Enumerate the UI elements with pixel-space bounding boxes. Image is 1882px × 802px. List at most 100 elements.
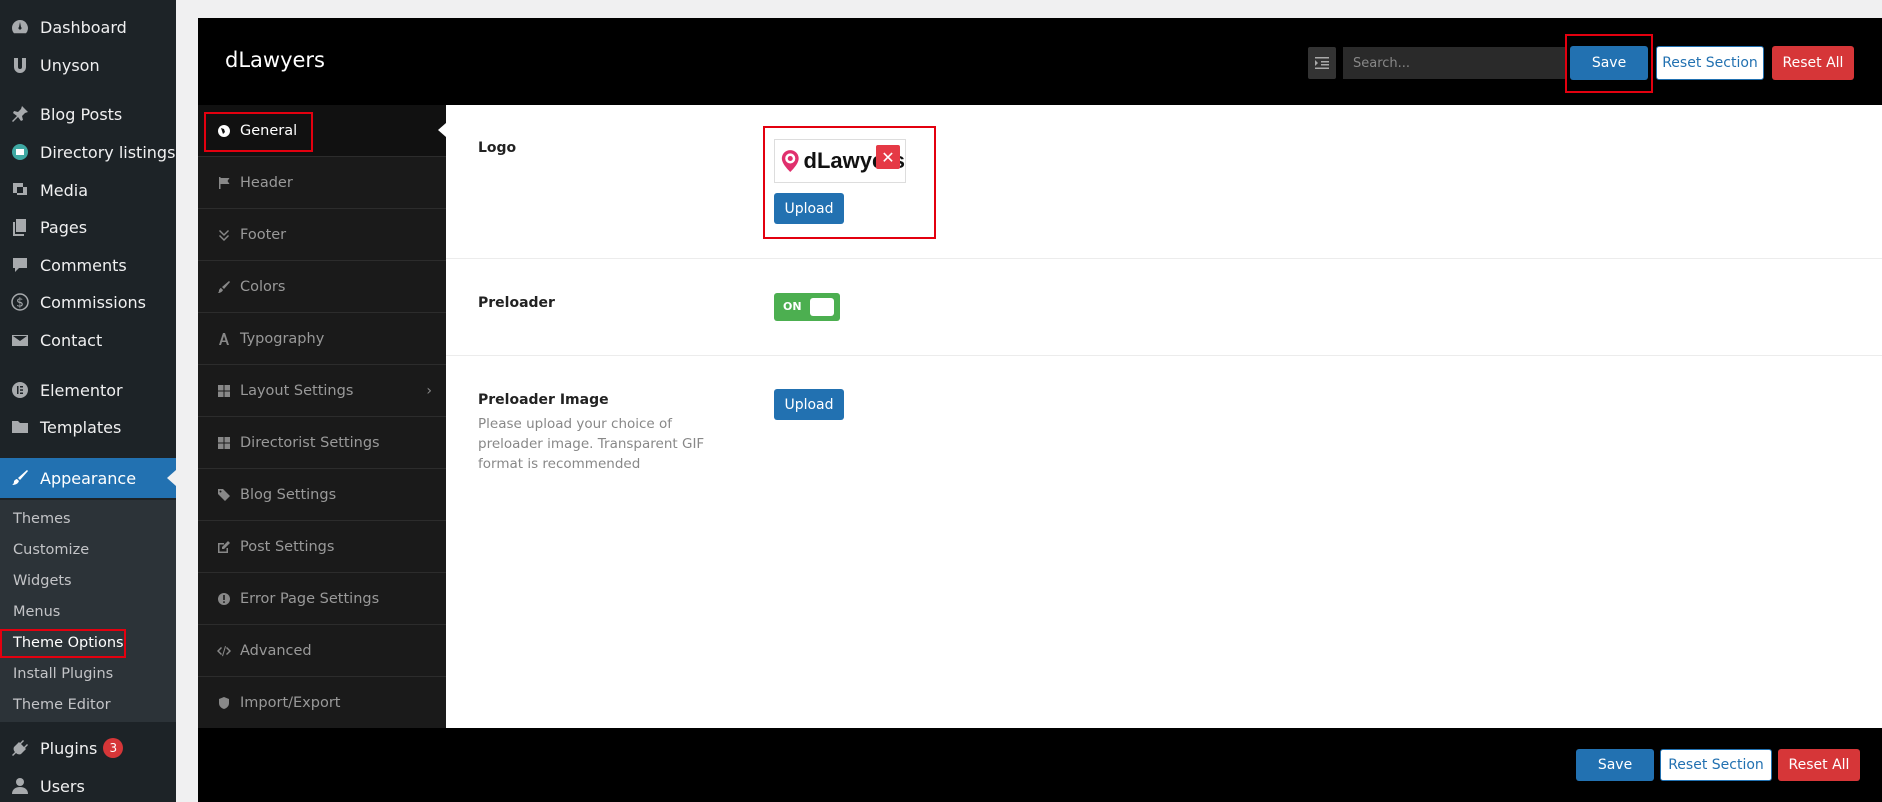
search-input[interactable]: [1343, 47, 1565, 79]
menu-item-unyson[interactable]: Unyson: [0, 46, 176, 84]
menu-item-appearance[interactable]: Appearance: [0, 458, 176, 498]
menu-item-elementor[interactable]: Elementor: [0, 371, 176, 409]
tab-import-export[interactable]: Import/Export: [198, 677, 446, 729]
tab-label: Directorist Settings: [240, 434, 380, 451]
menu-label: Directory listings: [40, 142, 176, 162]
submenu-theme-editor[interactable]: Theme Editor: [13, 697, 111, 713]
comments-icon: [9, 254, 31, 276]
tab-label: Blog Settings: [240, 486, 337, 503]
menu-item-blog-posts[interactable]: Blog Posts: [0, 95, 176, 133]
footer-reset-all-button[interactable]: Reset All: [1778, 749, 1860, 781]
grid-icon: [214, 384, 234, 398]
logo-label: Logo: [478, 140, 517, 156]
menu-label: Contact: [40, 330, 103, 350]
footer-save-button[interactable]: Save: [1576, 749, 1654, 781]
remove-logo-icon[interactable]: ✕: [876, 145, 900, 169]
save-button[interactable]: Save: [1570, 46, 1648, 80]
admin-sidebar: Dashboard Unyson Blog Posts Directory li…: [0, 0, 176, 802]
list-indent-icon: [1315, 57, 1329, 69]
preloader-image-upload-button[interactable]: Upload: [774, 389, 844, 420]
dollar-icon: $: [9, 291, 31, 313]
tab-directorist-settings[interactable]: Directorist Settings: [198, 417, 446, 469]
exclamation-icon: [214, 592, 234, 606]
media-icon: [9, 179, 31, 201]
menu-item-comments[interactable]: Comments: [0, 246, 176, 284]
tab-typography[interactable]: Typography: [198, 313, 446, 365]
tab-blog-settings[interactable]: Blog Settings: [198, 469, 446, 521]
preloader-option-row: Preloader ON: [446, 259, 1882, 356]
grid-icon: [214, 436, 234, 450]
options-content: Logo dLawyers Upload Preloader ON Preloa…: [446, 105, 1882, 728]
panel-footer: Save Reset Section Reset All: [198, 728, 1882, 802]
reset-all-button[interactable]: Reset All: [1772, 46, 1854, 80]
submenu-menus[interactable]: Menus: [13, 604, 60, 620]
menu-label: Users: [40, 776, 85, 796]
tab-post-settings[interactable]: Post Settings: [198, 521, 446, 573]
tab-label: Header: [240, 174, 293, 191]
svg-text:$: $: [16, 296, 24, 310]
tags-icon: [214, 488, 234, 502]
tab-error-page-settings[interactable]: Error Page Settings: [198, 573, 446, 625]
toggle-state-text: ON: [783, 300, 802, 313]
menu-item-media[interactable]: Media: [0, 171, 176, 209]
submenu-install-plugins[interactable]: Install Plugins: [13, 666, 113, 682]
pin-icon: [9, 103, 31, 125]
double-chevron-down-icon: [214, 228, 234, 242]
tab-advanced[interactable]: Advanced: [198, 625, 446, 677]
tab-label: Layout Settings: [240, 382, 354, 399]
toggle-knob: [810, 298, 834, 316]
reset-section-button[interactable]: Reset Section: [1656, 46, 1764, 80]
submenu-themes[interactable]: Themes: [13, 511, 71, 527]
tab-label: Typography: [240, 330, 325, 347]
globe-icon: [214, 124, 234, 138]
tab-footer[interactable]: Footer: [198, 209, 446, 261]
menu-label: Unyson: [40, 55, 100, 75]
menu-label: Appearance: [40, 468, 137, 488]
options-tabs: General Header Footer Colors Typography …: [198, 105, 446, 729]
menu-item-dashboard[interactable]: Dashboard: [0, 8, 176, 46]
footer-reset-section-button[interactable]: Reset Section: [1660, 749, 1772, 781]
dashboard-icon: [9, 16, 31, 38]
mail-icon: [9, 329, 31, 351]
tab-label: Post Settings: [240, 538, 335, 555]
unyson-icon: [9, 54, 31, 76]
tab-general[interactable]: General: [198, 105, 446, 157]
expand-toggle-button[interactable]: [1308, 47, 1336, 79]
logo-option-row: Logo dLawyers Upload: [446, 105, 1882, 259]
appearance-submenu: Themes Customize Widgets Menus Theme Opt…: [0, 500, 176, 722]
panel-header: dLawyers Save Reset Section Reset All: [198, 18, 1882, 105]
tab-colors[interactable]: Colors: [198, 261, 446, 313]
menu-item-commissions[interactable]: $ Commissions: [0, 283, 176, 321]
menu-label: Blog Posts: [40, 104, 123, 124]
preloader-image-description: Please upload your choice of preloader i…: [478, 416, 705, 472]
preloader-label: Preloader: [478, 295, 555, 311]
chevron-right-icon: ›: [426, 382, 432, 399]
update-count-badge: 3: [103, 738, 124, 758]
menu-item-templates[interactable]: Templates: [0, 408, 176, 446]
preloader-toggle[interactable]: ON: [774, 293, 840, 321]
folder-icon: [9, 416, 31, 438]
menu-item-contact[interactable]: Contact: [0, 321, 176, 359]
menu-item-plugins[interactable]: Plugins 3: [0, 729, 176, 767]
menu-label: Pages: [40, 217, 88, 237]
tab-header[interactable]: Header: [198, 157, 446, 209]
menu-label: Dashboard: [40, 17, 127, 37]
preloader-image-label: Preloader Image: [478, 392, 609, 408]
tab-label: General: [240, 122, 298, 139]
menu-item-directory-listings[interactable]: Directory listings: [0, 133, 176, 171]
menu-label: Elementor: [40, 380, 123, 400]
tab-label: Import/Export: [240, 694, 341, 711]
paintbrush-icon: [214, 280, 234, 294]
directory-icon: [9, 141, 31, 163]
menu-item-pages[interactable]: Pages: [0, 208, 176, 246]
edit-icon: [214, 540, 234, 554]
submenu-customize[interactable]: Customize: [13, 542, 89, 558]
user-icon: [9, 775, 31, 797]
theme-options-panel: dLawyers Save Reset Section Reset All Ge…: [198, 18, 1882, 802]
submenu-widgets[interactable]: Widgets: [13, 573, 72, 589]
menu-item-users[interactable]: Users: [0, 767, 176, 802]
logo-upload-button[interactable]: Upload: [774, 193, 844, 224]
submenu-theme-options[interactable]: Theme Options: [13, 635, 124, 651]
tab-layout-settings[interactable]: Layout Settings ›: [198, 365, 446, 417]
tab-label: Footer: [240, 226, 287, 243]
